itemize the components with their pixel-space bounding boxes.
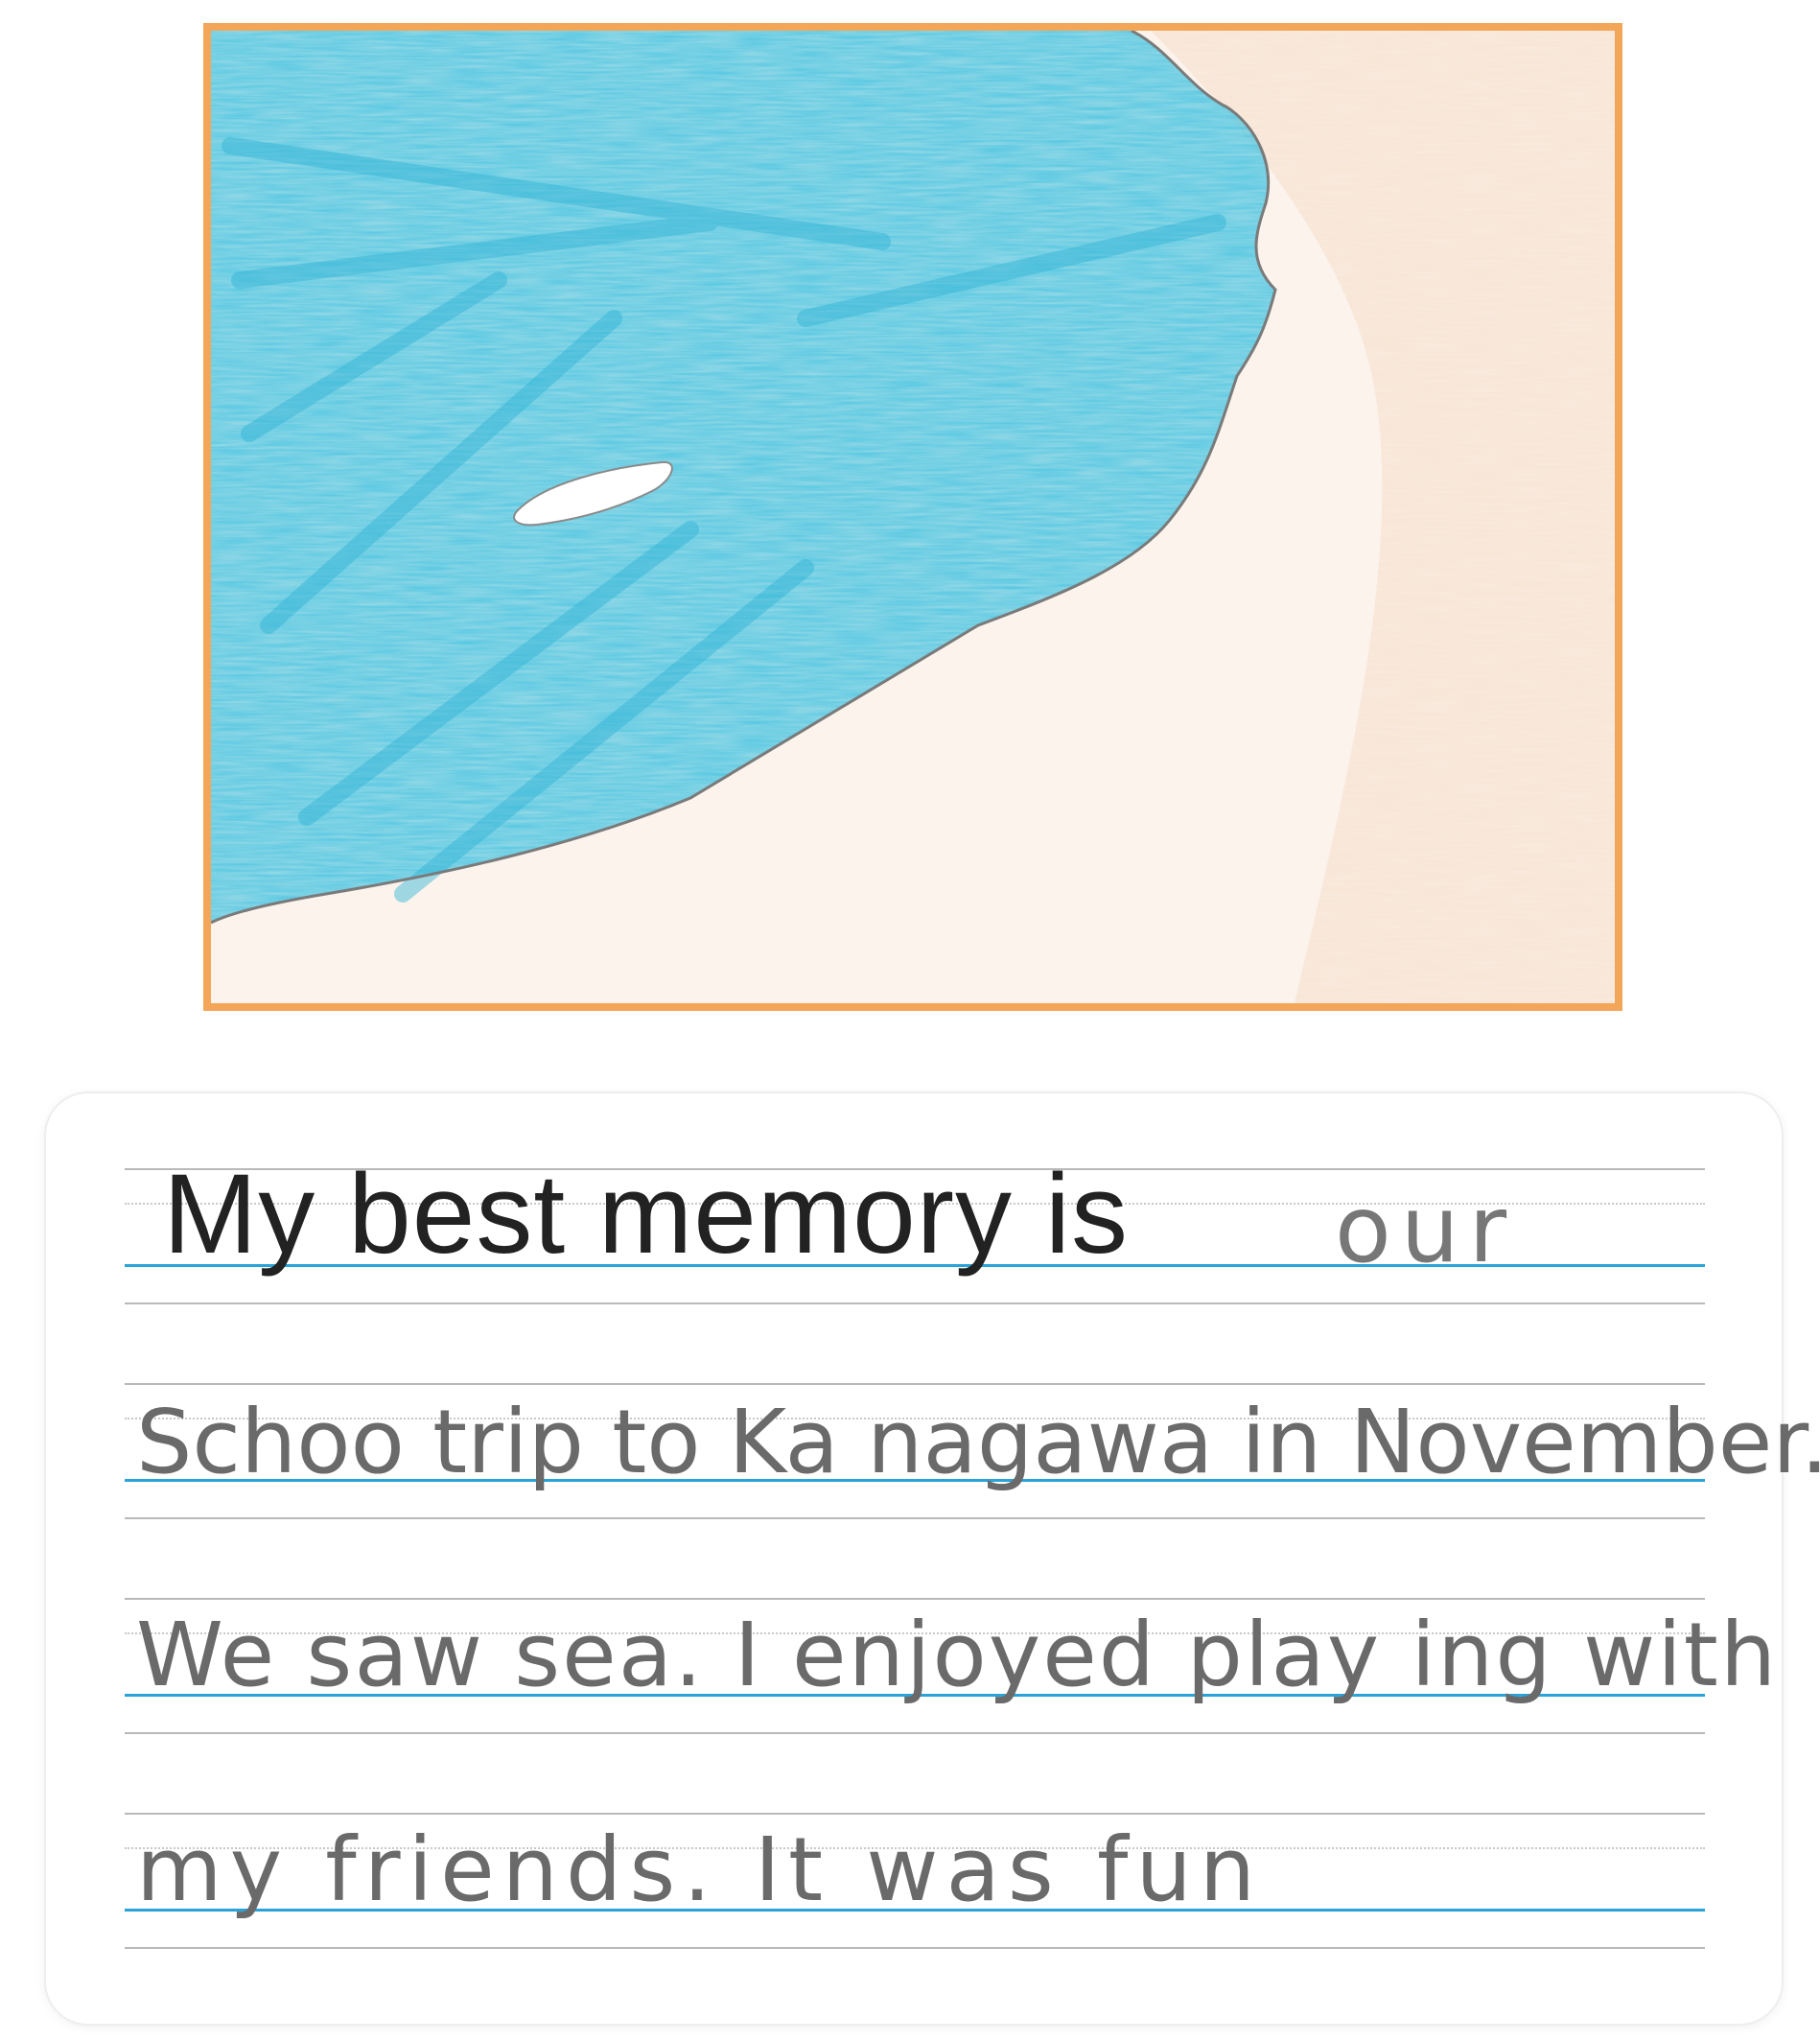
- rule-bottom: [125, 1732, 1705, 1734]
- drawing-frame: [203, 23, 1622, 1011]
- rule-bottom: [125, 1947, 1705, 1949]
- rule-top: [125, 1598, 1705, 1600]
- handwritten-line-3: We saw sea. I enjoyed play ing with: [136, 1604, 1779, 1706]
- handwritten-line-2: Schoo trip to Ka nagawa in November.: [136, 1391, 1820, 1493]
- handwritten-line-1: our: [1335, 1176, 1517, 1283]
- handwritten-line-4: my friends. It was fun: [136, 1818, 1264, 1921]
- beach-drawing: [211, 31, 1615, 1003]
- rule-bottom: [125, 1517, 1705, 1519]
- printed-prompt: My best memory is: [163, 1151, 1130, 1278]
- rule-bottom: [125, 1302, 1705, 1304]
- rule-top: [125, 1383, 1705, 1385]
- rule-top: [125, 1813, 1705, 1815]
